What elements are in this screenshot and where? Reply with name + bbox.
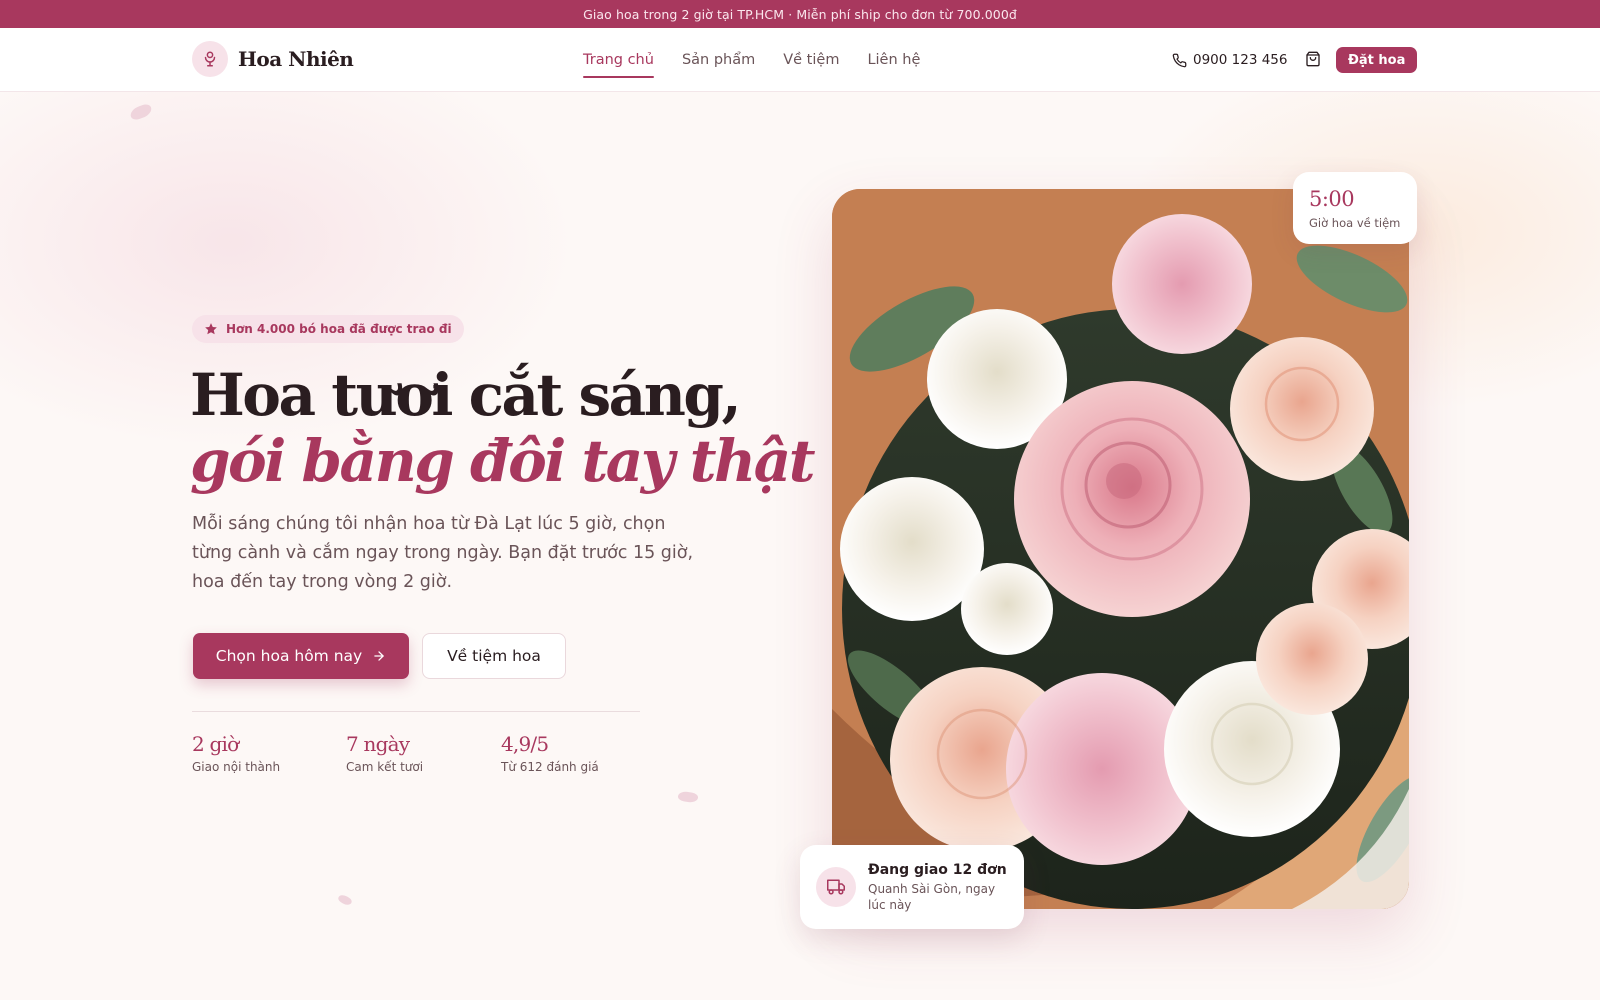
truck-icon: [816, 867, 856, 907]
delivery-title: Đang giao 12 đơn: [868, 861, 1007, 878]
phone-number: 0900 123 456: [1193, 52, 1288, 68]
shopping-bag-icon[interactable]: [1304, 50, 1322, 68]
stat-rating: 4,9/5 Từ 612 đánh giá: [501, 732, 599, 774]
arrival-time-label: Giờ hoa về tiệm: [1309, 216, 1401, 230]
brand-logo[interactable]: Hoa Nhiên: [192, 41, 354, 77]
hero-section: Hơn 4.000 bó hoa đã được trao đi Hoa tươ…: [0, 92, 1600, 1000]
petal-decoration: [677, 790, 699, 804]
active-deliveries-card: Đang giao 12 đơn Quanh Sài Gòn, ngay lúc…: [800, 845, 1024, 929]
nav-item-about[interactable]: Về tiệm: [783, 28, 839, 92]
stat-delivery: 2 giờ Giao nội thành: [192, 732, 280, 774]
stat-freshness: 7 ngày Cam kết tươi: [346, 732, 423, 774]
social-proof-badge: Hơn 4.000 bó hoa đã được trao đi: [192, 315, 464, 343]
announcement-text: Giao hoa trong 2 giờ tại TP.HCM · Miễn p…: [583, 6, 1017, 22]
phone-icon: [1172, 53, 1187, 67]
announcement-bar: Giao hoa trong 2 giờ tại TP.HCM · Miễn p…: [0, 0, 1600, 28]
nav-item-home[interactable]: Trang chủ: [583, 28, 654, 92]
stat-value: 2 giờ: [192, 732, 239, 756]
flower-icon: [192, 41, 228, 77]
petal-decoration: [336, 893, 354, 907]
hero-title-line-2: gói bằng đôi tay thật: [190, 427, 816, 495]
phone-link[interactable]: 0900 123 456: [1172, 28, 1287, 92]
stat-label: Giao nội thành: [192, 760, 281, 774]
stat-value: 7 ngày: [346, 732, 410, 756]
nav-item-products[interactable]: Sản phẩm: [682, 28, 755, 92]
stat-label: Từ 612 đánh giá: [501, 760, 599, 774]
hero-description: Mỗi sáng chúng tôi nhận hoa từ Đà Lạt lú…: [192, 514, 694, 592]
arrow-right-icon: [374, 651, 384, 661]
delivery-text: Đang giao 12 đơn Quanh Sài Gòn, ngay lúc…: [868, 862, 1008, 913]
choose-flowers-button[interactable]: Chọn hoa hôm nay: [193, 633, 409, 679]
choose-flowers-label: Chọn hoa hôm nay: [215, 647, 363, 665]
star-icon: [205, 323, 217, 335]
site-header: Hoa Nhiên Trang chủ Sản phẩm Về tiệm Liê…: [0, 28, 1600, 92]
hero-title-line-1: Hoa tươi cắt sáng,: [190, 361, 742, 429]
nav-item-contact[interactable]: Liên hệ: [867, 28, 920, 92]
stat-value: 4,9/5: [501, 732, 549, 756]
delivery-subtitle: Quanh Sài Gòn, ngay lúc này: [868, 881, 996, 912]
bouquet-illustration: [832, 189, 1409, 909]
social-proof-text: Hơn 4.000 bó hoa đã được trao đi: [226, 322, 452, 336]
stat-label: Cam kết tươi: [346, 760, 424, 774]
order-button[interactable]: Đặt hoa: [1336, 47, 1418, 73]
brand-name: Hoa Nhiên: [238, 47, 354, 71]
main-nav: Trang chủ Sản phẩm Về tiệm Liên hệ: [583, 28, 920, 92]
stats-divider: [192, 711, 640, 712]
arrival-time: 5:00: [1309, 187, 1355, 211]
arrival-time-card: 5:00 Giờ hoa về tiệm: [1293, 172, 1417, 244]
about-shop-button[interactable]: Về tiệm hoa: [422, 633, 566, 679]
bouquet-photo: [832, 189, 1409, 909]
